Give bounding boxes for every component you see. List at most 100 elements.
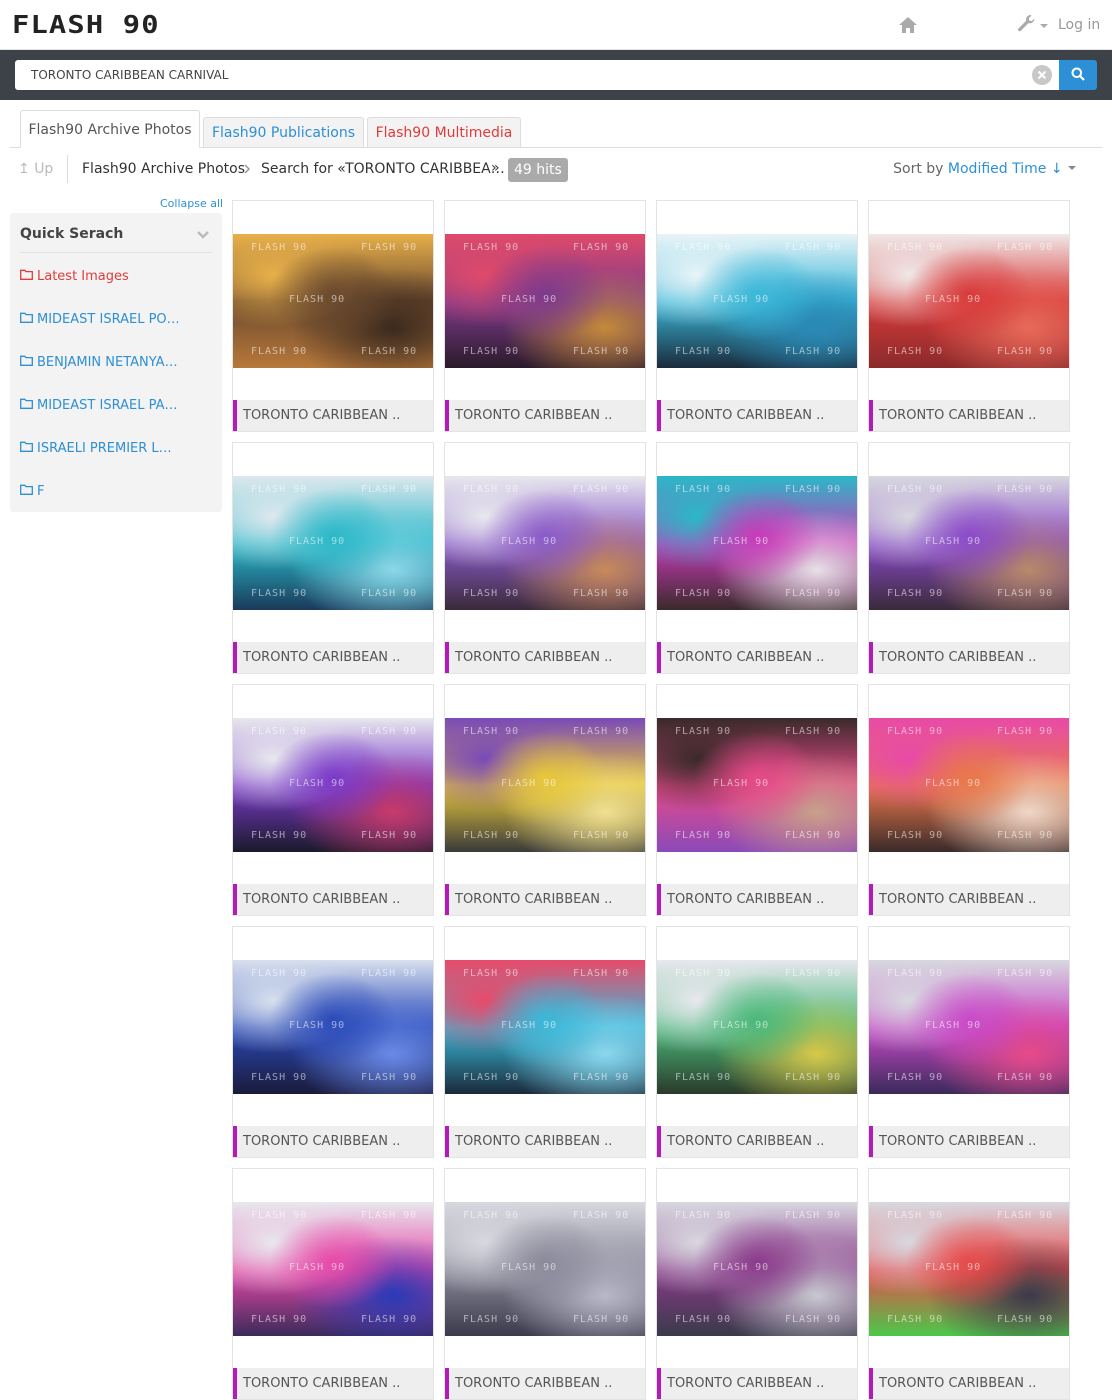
watermark: FLASH 90	[997, 242, 1054, 253]
photo-thumbnail[interactable]: FLASH 90 FLASH 90 FLASH 90 FLASH 90 FLASH 90	[657, 476, 857, 610]
photo-thumbnail[interactable]: FLASH 90 FLASH 90 FLASH 90 FLASH 90 FLASH 90	[657, 960, 857, 1094]
image-caption[interactable]: TORONTO CARIBBEAN ..	[233, 642, 433, 673]
photo-thumbnail[interactable]: FLASH 90 FLASH 90 FLASH 90 FLASH 90 FLASH 90	[445, 234, 645, 368]
photo-thumbnail[interactable]: FLASH 90 FLASH 90 FLASH 90 FLASH 90 FLASH 90	[869, 718, 1069, 852]
sidebar-item[interactable]: ISRAELI PREMIER L…	[20, 441, 212, 456]
photo-thumbnail[interactable]: FLASH 90 FLASH 90 FLASH 90 FLASH 90 FLASH 90	[869, 476, 1069, 610]
image-card[interactable]: FLASH 90 FLASH 90 FLASH 90 FLASH 90 FLASH 90…	[444, 926, 646, 1158]
image-card[interactable]: FLASH 90 FLASH 90 FLASH 90 FLASH 90 FLASH 90…	[232, 926, 434, 1158]
photo-thumbnail[interactable]: FLASH 90 FLASH 90 FLASH 90 FLASH 90 FLASH 90	[657, 1202, 857, 1336]
image-caption[interactable]: TORONTO CARIBBEAN ..	[445, 642, 645, 673]
image-caption[interactable]: TORONTO CARIBBEAN ..	[233, 884, 433, 915]
tools-menu[interactable]	[1016, 14, 1052, 36]
photo-thumbnail[interactable]: FLASH 90 FLASH 90 FLASH 90 FLASH 90 FLASH 90	[869, 1202, 1069, 1336]
watermark: FLASH 90	[361, 1314, 418, 1325]
photo-thumbnail[interactable]: FLASH 90 FLASH 90 FLASH 90 FLASH 90 FLASH 90	[233, 476, 433, 610]
watermark: FLASH 90	[785, 242, 842, 253]
image-card[interactable]: FLASH 90 FLASH 90 FLASH 90 FLASH 90 FLASH 90…	[868, 200, 1070, 432]
watermark: FLASH 90	[997, 830, 1054, 841]
breadcrumb-root[interactable]: Flash90 Archive Photos	[82, 161, 245, 177]
photo-thumbnail[interactable]: FLASH 90 FLASH 90 FLASH 90 FLASH 90 FLASH 90	[445, 960, 645, 1094]
tab-archive-photos[interactable]: Flash90 Archive Photos	[20, 110, 200, 148]
quick-search-header[interactable]: Quick Serach	[20, 223, 212, 253]
watermark: FLASH 90	[361, 830, 418, 841]
image-caption[interactable]: TORONTO CARIBBEAN ..	[657, 400, 857, 431]
photo-thumbnail[interactable]: FLASH 90 FLASH 90 FLASH 90 FLASH 90 FLASH 90	[869, 234, 1069, 368]
watermark: FLASH 90	[501, 1262, 558, 1273]
image-card[interactable]: FLASH 90 FLASH 90 FLASH 90 FLASH 90 FLASH 90…	[444, 684, 646, 916]
search-button[interactable]	[1059, 60, 1097, 90]
image-caption[interactable]: TORONTO CARIBBEAN ..	[657, 642, 857, 673]
image-caption[interactable]: TORONTO CARIBBEAN ..	[869, 400, 1069, 431]
image-caption[interactable]: TORONTO CARIBBEAN ..	[657, 884, 857, 915]
watermark: FLASH 90	[997, 588, 1054, 599]
sidebar-item[interactable]: MIDEAST ISRAEL PO…	[20, 312, 212, 327]
image-card[interactable]: FLASH 90 FLASH 90 FLASH 90 FLASH 90 FLASH 90…	[656, 1168, 858, 1400]
image-card[interactable]: FLASH 90 FLASH 90 FLASH 90 FLASH 90 FLASH 90…	[868, 1168, 1070, 1400]
image-caption[interactable]: TORONTO CARIBBEAN ..	[657, 1368, 857, 1399]
image-card[interactable]: FLASH 90 FLASH 90 FLASH 90 FLASH 90 FLASH 90…	[868, 684, 1070, 916]
image-caption[interactable]: TORONTO CARIBBEAN ..	[233, 400, 433, 431]
watermark: FLASH 90	[361, 726, 418, 737]
image-card[interactable]: FLASH 90 FLASH 90 FLASH 90 FLASH 90 FLASH 90…	[444, 1168, 646, 1400]
home-icon[interactable]	[898, 15, 918, 35]
image-caption[interactable]: TORONTO CARIBBEAN ..	[233, 1368, 433, 1399]
sidebar-item[interactable]: BENJAMIN NETANYA…	[20, 355, 212, 370]
flash90-logo[interactable]: FLASH 90	[12, 12, 160, 38]
photo-thumbnail[interactable]: FLASH 90 FLASH 90 FLASH 90 FLASH 90 FLASH 90	[657, 234, 857, 368]
image-card[interactable]: FLASH 90 FLASH 90 FLASH 90 FLASH 90 FLASH 90…	[232, 1168, 434, 1400]
image-card[interactable]: FLASH 90 FLASH 90 FLASH 90 FLASH 90 FLASH 90…	[656, 442, 858, 674]
photo-thumbnail[interactable]: FLASH 90 FLASH 90 FLASH 90 FLASH 90 FLASH 90	[233, 960, 433, 1094]
image-caption[interactable]: TORONTO CARIBBEAN ..	[445, 400, 645, 431]
image-card[interactable]: FLASH 90 FLASH 90 FLASH 90 FLASH 90 FLASH 90…	[868, 926, 1070, 1158]
image-caption[interactable]: TORONTO CARIBBEAN ..	[869, 1368, 1069, 1399]
image-caption[interactable]: TORONTO CARIBBEAN ..	[445, 884, 645, 915]
watermark: FLASH 90	[887, 1072, 944, 1083]
up-button[interactable]: ↥ Up	[18, 161, 53, 177]
watermark: FLASH 90	[361, 242, 418, 253]
watermark: FLASH 90	[785, 484, 842, 495]
sidebar-item[interactable]: F	[20, 484, 212, 499]
watermark: FLASH 90	[463, 968, 520, 979]
watermark: FLASH 90	[675, 1072, 732, 1083]
image-card[interactable]: FLASH 90 FLASH 90 FLASH 90 FLASH 90 FLASH 90…	[656, 684, 858, 916]
image-card[interactable]: FLASH 90 FLASH 90 FLASH 90 FLASH 90 FLASH 90…	[232, 684, 434, 916]
image-card[interactable]: FLASH 90 FLASH 90 FLASH 90 FLASH 90 FLASH 90…	[868, 442, 1070, 674]
image-card[interactable]: FLASH 90 FLASH 90 FLASH 90 FLASH 90 FLASH 90…	[232, 442, 434, 674]
image-caption[interactable]: TORONTO CARIBBEAN ..	[657, 1126, 857, 1157]
photo-thumbnail[interactable]: FLASH 90 FLASH 90 FLASH 90 FLASH 90 FLASH 90	[233, 1202, 433, 1336]
search-input[interactable]: TORONTO CARIBBEAN CARNIVAL	[15, 60, 1059, 90]
arrow-up-icon: ↥	[18, 161, 30, 177]
watermark: FLASH 90	[785, 346, 842, 357]
image-caption[interactable]: TORONTO CARIBBEAN ..	[445, 1126, 645, 1157]
watermark: FLASH 90	[463, 726, 520, 737]
image-caption[interactable]: TORONTO CARIBBEAN ..	[233, 1126, 433, 1157]
image-card[interactable]: FLASH 90 FLASH 90 FLASH 90 FLASH 90 FLASH 90…	[656, 200, 858, 432]
sidebar-item[interactable]: Latest Images	[20, 269, 212, 284]
sidebar-item[interactable]: MIDEAST ISRAEL PA…	[20, 398, 212, 413]
sort-dropdown[interactable]: Sort by Modified Time ↓	[893, 161, 1077, 177]
folder-icon	[20, 312, 33, 327]
clear-icon[interactable]	[1032, 65, 1052, 85]
photo-thumbnail[interactable]: FLASH 90 FLASH 90 FLASH 90 FLASH 90 FLASH 90	[445, 1202, 645, 1336]
photo-thumbnail[interactable]: FLASH 90 FLASH 90 FLASH 90 FLASH 90 FLASH 90	[657, 718, 857, 852]
image-caption[interactable]: TORONTO CARIBBEAN ..	[445, 1368, 645, 1399]
image-caption[interactable]: TORONTO CARIBBEAN ..	[869, 642, 1069, 673]
photo-thumbnail[interactable]: FLASH 90 FLASH 90 FLASH 90 FLASH 90 FLASH 90	[445, 718, 645, 852]
image-card[interactable]: FLASH 90 FLASH 90 FLASH 90 FLASH 90 FLASH 90…	[656, 926, 858, 1158]
image-card[interactable]: FLASH 90 FLASH 90 FLASH 90 FLASH 90 FLASH 90…	[444, 442, 646, 674]
photo-thumbnail[interactable]: FLASH 90 FLASH 90 FLASH 90 FLASH 90 FLASH 90	[233, 718, 433, 852]
collapse-all-link[interactable]: Collapse all	[160, 197, 223, 210]
photo-thumbnail[interactable]: FLASH 90 FLASH 90 FLASH 90 FLASH 90 FLASH 90	[869, 960, 1069, 1094]
sort-desc-icon: ↓	[1050, 161, 1063, 177]
login-link[interactable]: Log in	[1058, 15, 1100, 35]
tab-publications[interactable]: Flash90 Publications	[203, 117, 364, 148]
watermark: FLASH 90	[785, 1314, 842, 1325]
image-card[interactable]: FLASH 90 FLASH 90 FLASH 90 FLASH 90 FLASH 90…	[444, 200, 646, 432]
image-caption[interactable]: TORONTO CARIBBEAN ..	[869, 1126, 1069, 1157]
photo-thumbnail[interactable]: FLASH 90 FLASH 90 FLASH 90 FLASH 90 FLASH 90	[445, 476, 645, 610]
photo-thumbnail[interactable]: FLASH 90 FLASH 90 FLASH 90 FLASH 90 FLASH 90	[233, 234, 433, 368]
image-caption[interactable]: TORONTO CARIBBEAN ..	[869, 884, 1069, 915]
tab-multimedia[interactable]: Flash90 Multimedia	[367, 117, 521, 148]
image-card[interactable]: FLASH 90 FLASH 90 FLASH 90 FLASH 90 FLASH 90…	[232, 200, 434, 432]
